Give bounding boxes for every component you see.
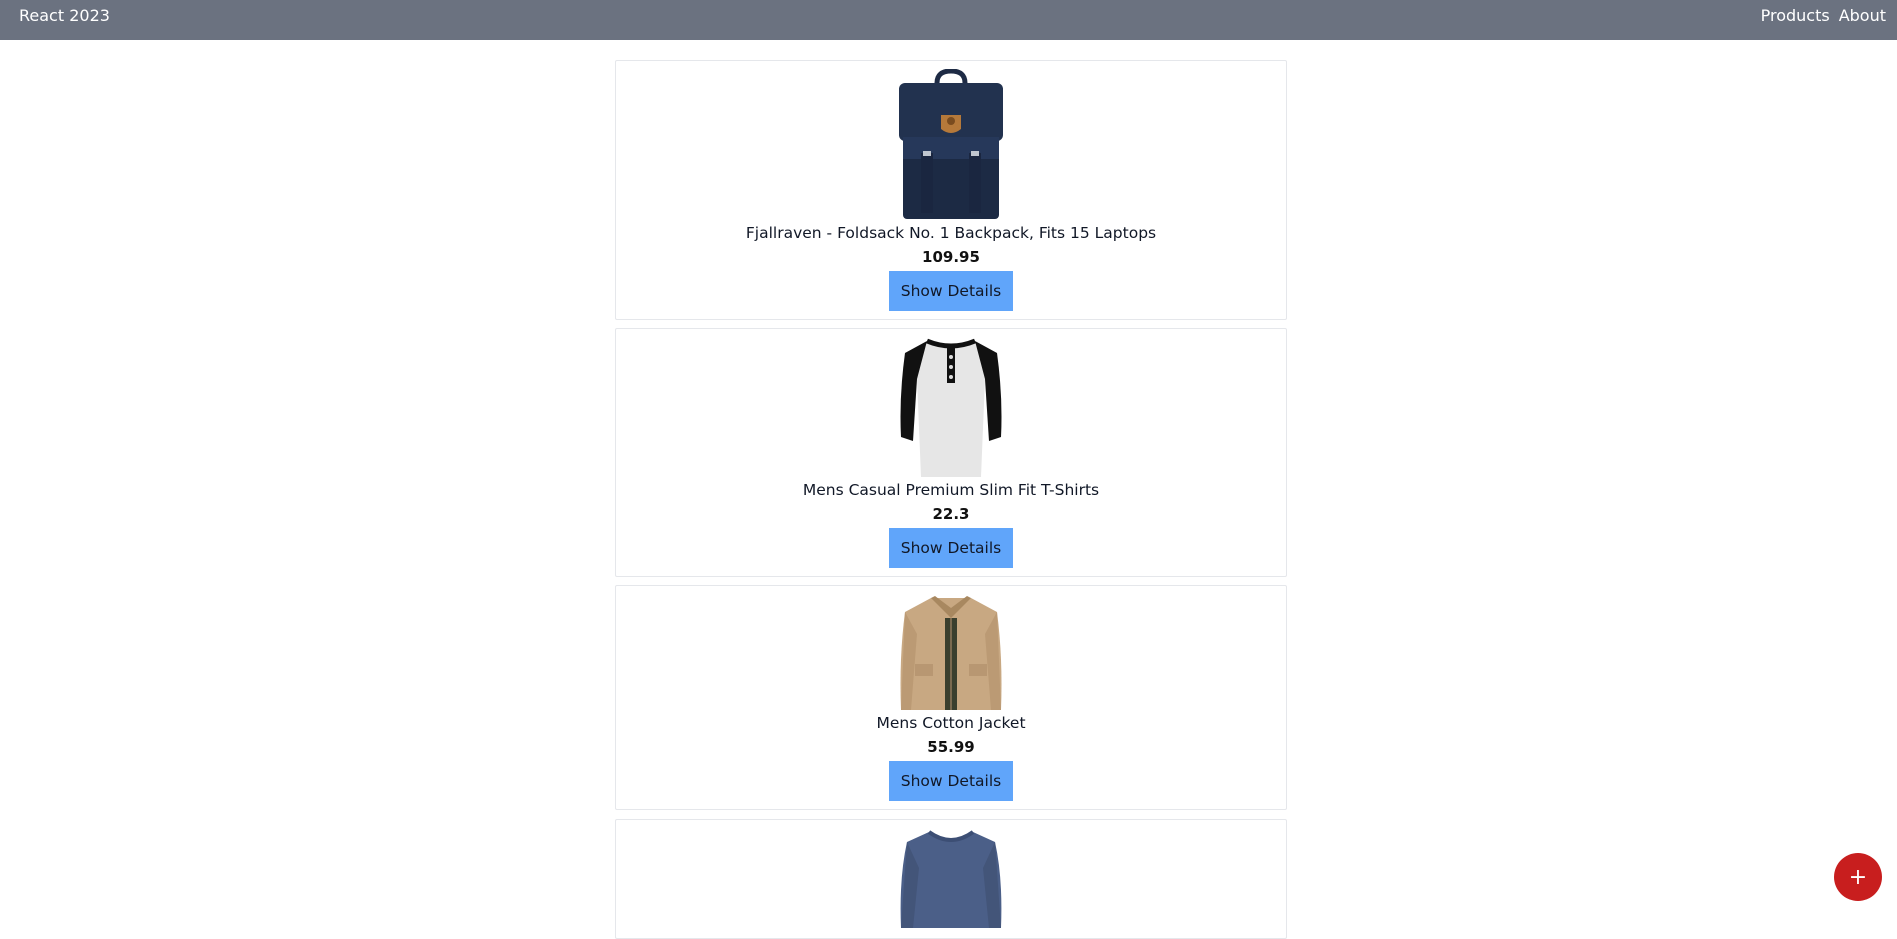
sweater-image bbox=[897, 828, 1005, 928]
product-price: 22.3 bbox=[932, 505, 970, 523]
backpack-image bbox=[897, 68, 1005, 221]
nav-link-about[interactable]: About bbox=[1839, 6, 1886, 25]
product-price: 55.99 bbox=[927, 738, 975, 756]
tshirt-image bbox=[897, 337, 1005, 479]
brand-title[interactable]: React 2023 bbox=[19, 6, 110, 25]
product-title[interactable]: Fjallraven - Foldsack No. 1 Backpack, Fi… bbox=[616, 224, 1286, 242]
show-details-button[interactable]: Show Details bbox=[889, 271, 1013, 311]
add-button[interactable]: + bbox=[1834, 853, 1882, 901]
nav-link-products[interactable]: Products bbox=[1761, 6, 1830, 25]
nav-links: Products About bbox=[1761, 6, 1886, 25]
product-title[interactable]: Mens Casual Premium Slim Fit T-Shirts bbox=[616, 481, 1286, 499]
product-title[interactable]: Mens Cotton Jacket bbox=[616, 714, 1286, 732]
product-card: Fjallraven - Foldsack No. 1 Backpack, Fi… bbox=[615, 60, 1287, 320]
show-details-button[interactable]: Show Details bbox=[889, 528, 1013, 568]
product-card bbox=[615, 819, 1287, 939]
product-price: 109.95 bbox=[922, 248, 980, 266]
jacket-image bbox=[897, 594, 1005, 712]
show-details-button[interactable]: Show Details bbox=[889, 761, 1013, 801]
product-card: Mens Casual Premium Slim Fit T-Shirts 22… bbox=[615, 328, 1287, 577]
product-card: Mens Cotton Jacket 55.99 Show Details bbox=[615, 585, 1287, 810]
top-navbar: React 2023 Products About bbox=[0, 0, 1897, 40]
